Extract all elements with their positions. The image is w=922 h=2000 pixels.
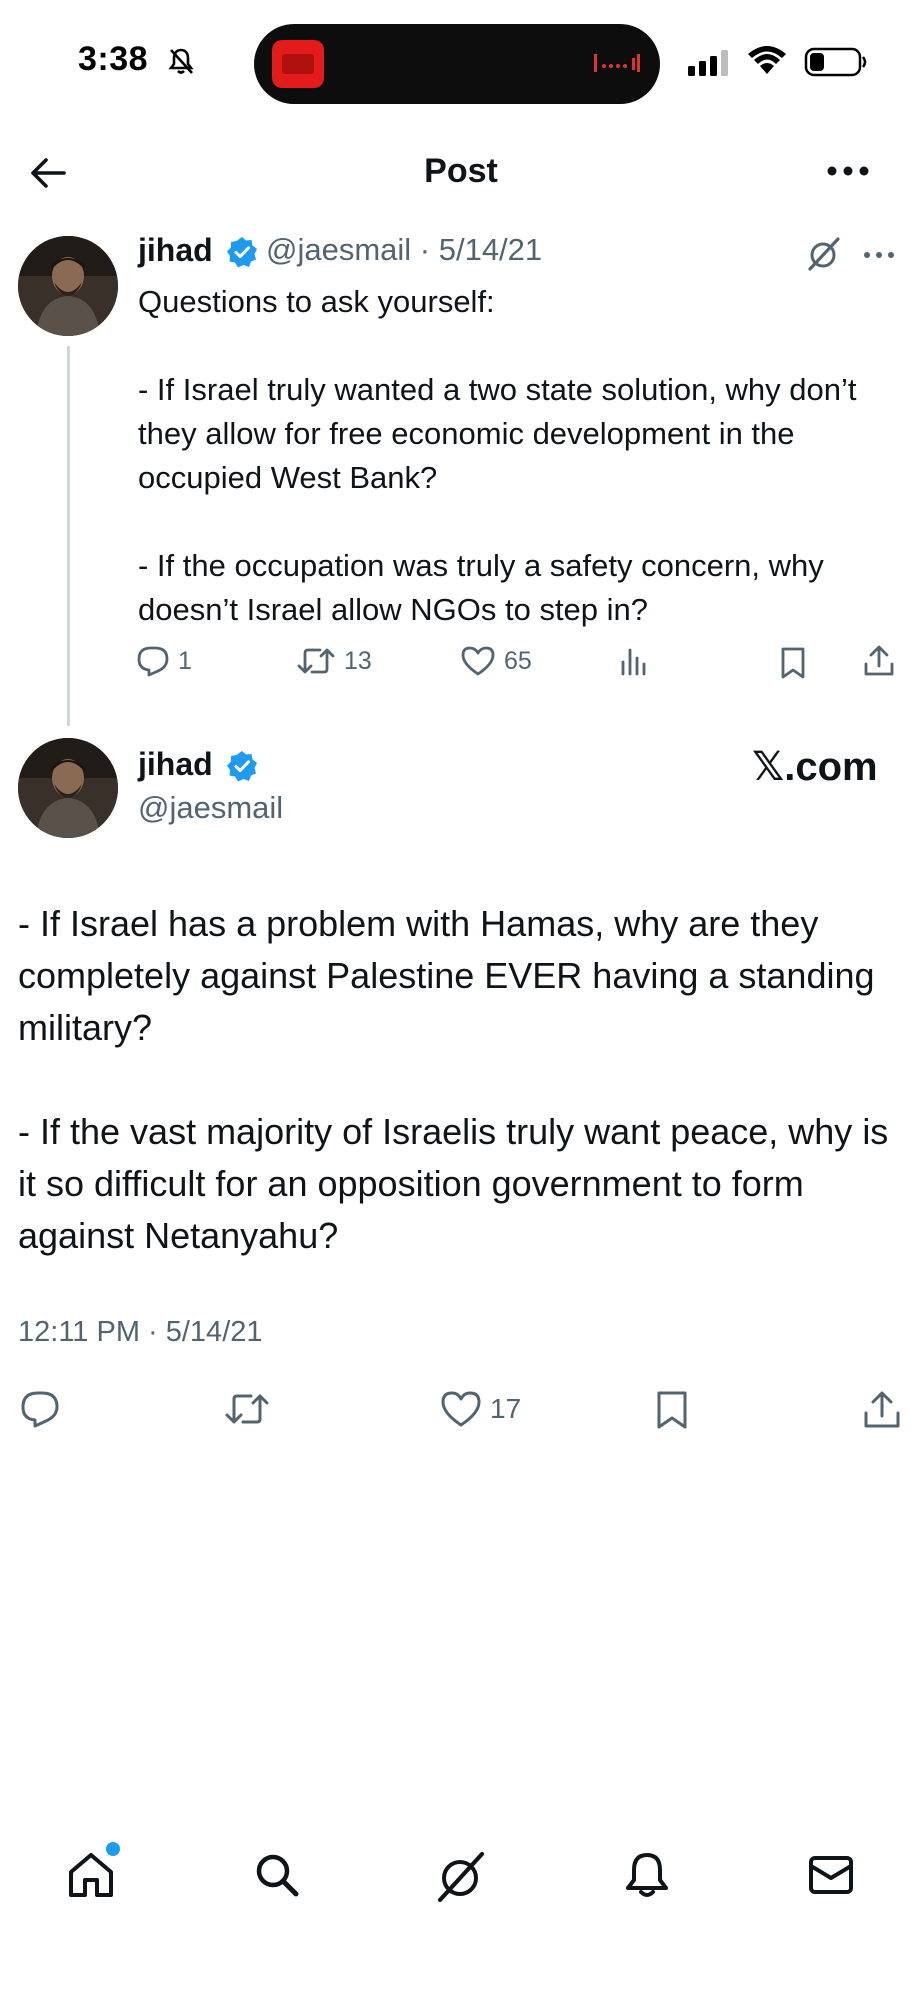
heart-icon: [460, 645, 496, 677]
tweet-text: Questions to ask yourself: - If Israel t…: [138, 284, 857, 627]
reply-button[interactable]: 1: [136, 645, 192, 677]
reply-button[interactable]: [20, 1390, 60, 1428]
home-icon: [66, 1850, 116, 1900]
notifications-icon: [622, 1850, 672, 1900]
repost-button[interactable]: [224, 1390, 270, 1428]
grok-icon: [434, 1850, 488, 1904]
more-horizontal-icon: [826, 164, 870, 178]
nav-notifications-button[interactable]: [622, 1850, 672, 1900]
share-icon: [862, 644, 896, 678]
battery-icon: [804, 46, 868, 78]
author-handle[interactable]: @jaesmail: [138, 790, 283, 826]
reply-count: 1: [178, 646, 192, 675]
bell-muted-icon: [166, 46, 196, 76]
cellular-signal-icon: [688, 50, 732, 76]
bookmark-button[interactable]: [654, 1390, 690, 1430]
nav-messages-button[interactable]: [806, 1850, 856, 1900]
like-count: 65: [504, 646, 532, 675]
status-time: 3:38: [78, 40, 149, 78]
verified-badge-icon: [226, 236, 258, 268]
tweet-more-button[interactable]: [862, 250, 896, 260]
bookmark-button[interactable]: [778, 646, 808, 680]
more-options-button[interactable]: [826, 164, 870, 178]
share-button[interactable]: [862, 1390, 902, 1430]
brand-watermark: 𝕏.com: [752, 745, 878, 789]
heart-icon: [440, 1390, 482, 1428]
reply-icon: [20, 1390, 60, 1428]
grok-icon: [806, 236, 842, 272]
avatar[interactable]: [18, 738, 118, 838]
notification-dot: [106, 1842, 120, 1856]
reply-icon: [136, 645, 170, 677]
author-name[interactable]: jihad: [138, 232, 213, 269]
share-button[interactable]: [862, 644, 896, 678]
repost-icon: [224, 1390, 270, 1428]
repost-count: 13: [344, 646, 372, 675]
messages-icon: [806, 1850, 856, 1900]
search-icon: [252, 1850, 302, 1900]
like-button[interactable]: 17: [440, 1390, 521, 1428]
analytics-icon: [618, 646, 650, 678]
tweet-timestamp: 12:11 PM · 5/14/21: [18, 1316, 263, 1348]
avatar[interactable]: [18, 236, 118, 336]
like-count: 17: [490, 1393, 522, 1424]
nav-grok-button[interactable]: [434, 1850, 488, 1904]
grok-button[interactable]: [806, 236, 842, 272]
nav-home-button[interactable]: [66, 1850, 116, 1900]
verified-badge-icon: [226, 750, 258, 782]
thread-connector-line: [67, 346, 70, 726]
like-button[interactable]: 65: [460, 645, 532, 677]
views-button[interactable]: [618, 646, 650, 678]
app-icon: [272, 40, 324, 88]
author-handle-date[interactable]: @jaesmail · 5/14/21: [266, 232, 542, 268]
nav-search-button[interactable]: [252, 1850, 302, 1900]
recording-icon: [594, 52, 640, 74]
repost-button[interactable]: 13: [296, 645, 372, 677]
bookmark-icon: [654, 1390, 690, 1430]
repost-icon: [296, 645, 336, 677]
page-title: Post: [424, 152, 498, 190]
share-icon: [862, 1390, 902, 1430]
tweet-text: - If Israel has a problem with Hamas, wh…: [18, 903, 889, 1256]
bookmark-icon: [778, 646, 808, 680]
dynamic-island: [254, 24, 660, 104]
more-horizontal-icon: [862, 250, 896, 260]
wifi-icon: [746, 44, 788, 76]
author-name[interactable]: jihad: [138, 746, 213, 783]
